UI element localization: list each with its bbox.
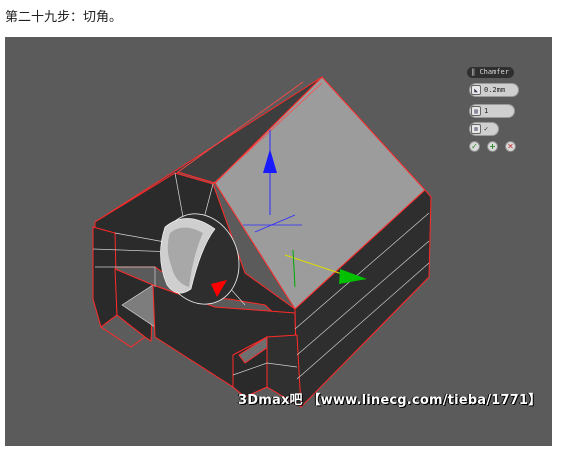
open-chamfer-toggle[interactable]: ⊠ ✓ <box>469 122 499 136</box>
caddy-title-text: Chamfer <box>479 68 509 76</box>
model-scene[interactable] <box>5 37 552 446</box>
open-chamfer-check-icon: ✓ <box>484 125 489 133</box>
open-chamfer-icon: ⊠ <box>471 124 481 134</box>
cancel-button[interactable]: ✕ <box>505 141 516 152</box>
apply-button[interactable]: + <box>487 141 498 152</box>
step-caption: 第二十九步：切角。 <box>5 10 123 25</box>
watermark-text: 3Dmax吧 【www.linecg.com/tieba/1771】 <box>238 393 542 408</box>
chamfer-amount-icon: ◣ <box>471 85 481 95</box>
chamfer-amount-field[interactable]: ◣ 0.2mm <box>469 83 519 97</box>
chamfer-segments-value: 1 <box>484 107 489 115</box>
chamfer-amount-value: 0.2mm <box>484 86 506 94</box>
caddy-title[interactable]: ‖ Chamfer <box>467 67 514 78</box>
chamfer-segments-field[interactable]: ▥ 1 <box>469 104 515 118</box>
front-left-leg <box>92 226 118 328</box>
ok-button[interactable]: ✓ <box>469 141 480 152</box>
segments-icon: ▥ <box>471 106 481 116</box>
3d-viewport[interactable]: ‖ Chamfer ◣ 0.2mm ▥ 1 ⊠ ✓ ✓ + ✕ <box>5 37 552 446</box>
